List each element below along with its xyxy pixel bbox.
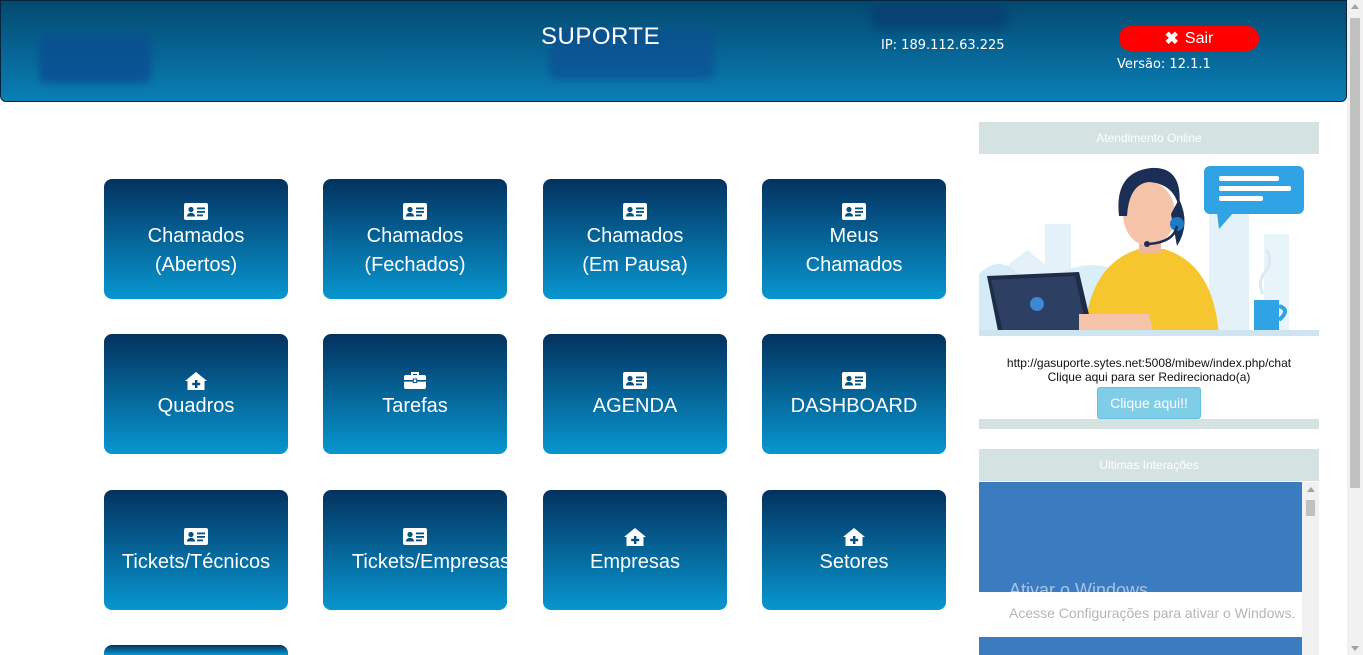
tile-partial[interactable]	[104, 645, 288, 655]
logo-redacted	[39, 33, 151, 83]
tile-label: Tickets/Técnicos	[121, 550, 271, 573]
tile-label: Setores	[819, 550, 889, 573]
open-chat-button[interactable]: Clique aqui!!	[1097, 387, 1201, 419]
online-support-panel: Atendimento Online http://gasuporte.syte…	[979, 122, 1319, 429]
close-icon: ✖	[1164, 28, 1179, 48]
interactions-scrollbar[interactable]	[1302, 482, 1319, 655]
tile-agenda[interactable]: AGENDA	[543, 334, 727, 454]
support-agent-illustration	[979, 154, 1319, 336]
recent-interactions-panel: Ultimas Interações	[979, 449, 1319, 655]
tile-label: AGENDA	[592, 394, 678, 417]
id-card-icon	[403, 200, 427, 222]
ip-address: IP: 189.112.63.225	[881, 38, 1005, 53]
tile-empresas[interactable]: Empresas	[543, 490, 727, 610]
tile-label: DASHBOARD	[790, 394, 918, 417]
briefcase-icon	[403, 370, 427, 392]
windows-activation-hint: Acesse Configurações para ativar o Windo…	[1009, 605, 1296, 621]
tile-chamados-fechados[interactable]: Chamados (Fechados)	[323, 179, 507, 299]
tile-tickets-tecnicos[interactable]: Tickets/Técnicos	[104, 490, 288, 610]
house-plus-icon	[184, 370, 208, 392]
logout-button[interactable]: ✖ Sair	[1119, 26, 1259, 51]
tile-meus-chamados[interactable]: Meus Chamados	[762, 179, 946, 299]
id-card-icon	[623, 370, 647, 392]
top-header: SUPORTE IP: 189.112.63.225 ✖ Sair Versão…	[0, 0, 1347, 102]
scroll-up-icon[interactable]	[1351, 4, 1359, 9]
windows-activation-watermark: Ativar o Windows	[1009, 580, 1149, 600]
tile-tarefas[interactable]: Tarefas	[323, 334, 507, 454]
panel-footer	[979, 419, 1319, 429]
tile-label: Meus	[829, 225, 879, 247]
tile-label: Tarefas	[382, 394, 448, 417]
tile-sublabel: (Em Pausa)	[582, 254, 688, 276]
scroll-up-icon[interactable]	[1307, 487, 1315, 492]
tile-sublabel: Chamados	[805, 254, 903, 276]
tile-chamados-em-pausa[interactable]: Chamados (Em Pausa)	[543, 179, 727, 299]
panel-heading: Ultimas Interações	[979, 449, 1319, 481]
redirect-text: Clique aqui para ser Redirecionado(a)	[1047, 370, 1251, 384]
tile-sublabel: (Fechados)	[364, 254, 466, 276]
id-card-icon	[842, 370, 866, 392]
version-label: Versão: 12.1.1	[1117, 57, 1211, 72]
page-scrollbar[interactable]	[1347, 0, 1363, 655]
tile-label: Quadros	[157, 394, 235, 417]
id-card-icon	[623, 200, 647, 222]
id-card-icon	[184, 526, 208, 548]
scroll-down-icon[interactable]	[1351, 646, 1359, 651]
tile-tickets-empresas[interactable]: Tickets/Empresas	[323, 490, 507, 610]
id-card-icon	[403, 526, 427, 548]
panel-heading: Atendimento Online	[979, 122, 1319, 154]
tile-chamados-abertos[interactable]: Chamados (Abertos)	[104, 179, 288, 299]
house-plus-icon	[623, 526, 647, 548]
id-card-icon	[842, 200, 866, 222]
chat-url: http://gasuporte.sytes.net:5008/mibew/in…	[1006, 356, 1292, 370]
interactions-list[interactable]	[979, 482, 1302, 655]
tile-setores[interactable]: Setores	[762, 490, 946, 610]
tile-sublabel: (Abertos)	[154, 254, 238, 276]
tile-label: Chamados	[147, 225, 245, 247]
house-plus-icon	[842, 526, 866, 548]
tile-label: Empresas	[589, 550, 681, 573]
tile-label: Tickets/Empresas	[351, 550, 507, 573]
tile-quadros[interactable]: Quadros	[104, 334, 288, 454]
page-title: SUPORTE	[541, 23, 661, 50]
tile-label: Chamados	[586, 225, 684, 247]
tile-label: Chamados	[366, 225, 464, 247]
tile-dashboard[interactable]: DASHBOARD	[762, 334, 946, 454]
scroll-thumb[interactable]	[1350, 18, 1360, 488]
id-card-icon	[184, 200, 208, 222]
logout-label: Sair	[1184, 29, 1214, 47]
scroll-thumb[interactable]	[1306, 500, 1315, 516]
header-redacted	[871, 3, 1007, 29]
